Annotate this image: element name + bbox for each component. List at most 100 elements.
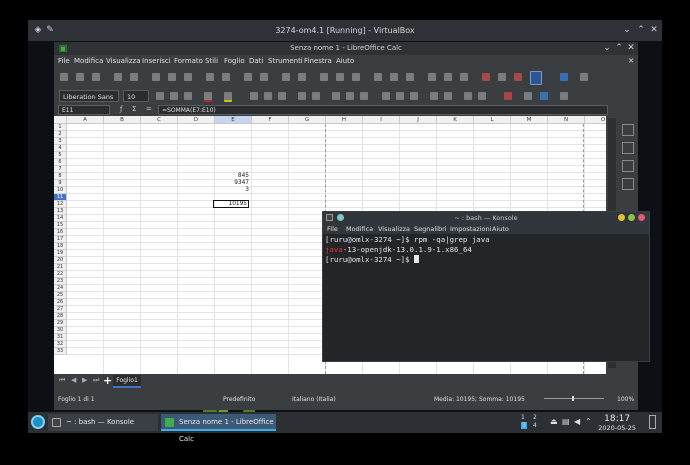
row-header[interactable]: 7 <box>54 166 67 173</box>
show-draw-functions-icon[interactable] <box>560 73 568 81</box>
row-header[interactable]: 13 <box>54 208 67 215</box>
properties-icon[interactable] <box>622 124 634 136</box>
pivot-table-icon[interactable] <box>406 73 414 81</box>
wrap-text-icon[interactable] <box>298 92 306 100</box>
cell-e7[interactable]: 845 <box>215 173 249 180</box>
more-toolbar-icon[interactable] <box>580 73 588 81</box>
borders-icon[interactable] <box>504 92 512 100</box>
row-header[interactable]: 14 <box>54 215 67 222</box>
cell-e8[interactable]: 9347 <box>215 180 249 187</box>
align-right-icon[interactable] <box>278 92 286 100</box>
menu-strumenti[interactable]: Strumenti <box>268 57 303 65</box>
kmenu-visualizza[interactable]: Visualizza <box>378 225 410 233</box>
row-header[interactable]: 28 <box>54 313 67 320</box>
cut-icon[interactable] <box>152 73 160 81</box>
decrease-indent-icon[interactable] <box>478 92 486 100</box>
row-header[interactable]: 25 <box>54 292 67 299</box>
menu-dati[interactable]: Dati <box>249 57 263 65</box>
row-header[interactable]: 22 <box>54 271 67 278</box>
hyperlink-icon[interactable] <box>444 73 452 81</box>
task-calc[interactable]: Senza nome 1 - LibreOffice Calc <box>161 414 276 443</box>
zoom-slider-handle[interactable] <box>572 396 574 401</box>
column-header[interactable]: I <box>363 116 400 124</box>
row-header[interactable]: 20 <box>54 257 67 264</box>
row-header[interactable]: 1 <box>54 124 67 131</box>
column-header[interactable]: J <box>400 116 437 124</box>
add-decimal-icon[interactable] <box>430 92 438 100</box>
paste-icon[interactable] <box>184 73 192 81</box>
virtual-desktop-pager[interactable]: 1 2 3 4 <box>519 414 545 431</box>
maximize-icon[interactable]: ⌃ <box>636 25 646 35</box>
row-header[interactable]: 18 <box>54 243 67 250</box>
increase-indent-icon[interactable] <box>464 92 472 100</box>
align-left-icon[interactable] <box>250 92 258 100</box>
zoom-slider[interactable] <box>544 398 604 399</box>
column-header[interactable]: K <box>437 116 474 124</box>
new-icon[interactable] <box>60 73 68 81</box>
row-header[interactable]: 11 <box>54 194 67 201</box>
column-header[interactable]: B <box>104 116 141 124</box>
row-header[interactable]: 26 <box>54 299 67 306</box>
status-language[interactable]: Italiano (Italia) <box>292 396 336 403</box>
row-header[interactable]: 24 <box>54 285 67 292</box>
row-header[interactable]: 30 <box>54 327 67 334</box>
minimize-icon[interactable]: ⌄ <box>622 25 632 35</box>
save-icon[interactable] <box>92 73 100 81</box>
konsole-minimize-icon[interactable] <box>618 214 625 221</box>
currency-icon[interactable] <box>382 92 390 100</box>
column-header[interactable]: A <box>67 116 104 124</box>
menu-foglio[interactable]: Foglio <box>224 57 245 65</box>
navigator-icon[interactable] <box>622 178 634 190</box>
font-color-icon[interactable] <box>204 92 212 102</box>
column-header[interactable]: H <box>326 116 363 124</box>
task-konsole[interactable]: ~ : bash — Konsole <box>48 414 158 431</box>
border-color-icon[interactable] <box>540 92 548 100</box>
column-header[interactable]: M <box>511 116 548 124</box>
font-size-box[interactable]: 10 <box>123 90 149 102</box>
chart-icon[interactable] <box>390 73 398 81</box>
row-header[interactable]: 15 <box>54 222 67 229</box>
pager-desktop-1[interactable]: 1 <box>521 414 525 421</box>
delete-decimal-icon[interactable] <box>444 92 452 100</box>
pager-desktop-2[interactable]: 2 <box>533 414 537 421</box>
styles-icon[interactable] <box>622 142 634 154</box>
cell-e11-active[interactable]: 10195 <box>213 200 249 208</box>
app-launcher-icon[interactable] <box>31 415 45 429</box>
align-center-icon[interactable] <box>264 92 272 100</box>
menu-file[interactable]: File <box>58 57 70 65</box>
clock[interactable]: 18:17 2020-05-25 <box>598 414 636 432</box>
row-header[interactable]: 16 <box>54 229 67 236</box>
konsole-maximize-icon[interactable] <box>628 214 635 221</box>
column-icon[interactable] <box>298 73 306 81</box>
kmenu-modifica[interactable]: Modifica <box>346 225 373 233</box>
percent-icon[interactable] <box>396 92 404 100</box>
row-header[interactable]: 4 <box>54 145 67 152</box>
row-header[interactable]: 32 <box>54 341 67 348</box>
sheet-tab-foglio1[interactable]: Foglio1 <box>113 375 141 388</box>
row-header[interactable]: 9 <box>54 180 67 187</box>
close-document-icon[interactable]: ✕ <box>628 57 634 65</box>
copy-icon[interactable] <box>168 73 176 81</box>
sort-icon[interactable] <box>320 73 328 81</box>
cell-e9[interactable]: 3 <box>215 187 249 194</box>
autofilter-icon[interactable] <box>352 73 360 81</box>
add-sheet-icon[interactable]: + <box>103 374 112 387</box>
next-sheet-icon[interactable]: ▶ <box>82 376 87 384</box>
tray-expand-icon[interactable]: ⌃ <box>585 417 592 426</box>
redo-icon[interactable] <box>222 73 230 81</box>
prev-sheet-icon[interactable]: ◀ <box>71 376 76 384</box>
align-middle-icon[interactable] <box>346 92 354 100</box>
calc-maximize-icon[interactable]: ⌃ <box>614 43 624 53</box>
row-header[interactable]: 17 <box>54 236 67 243</box>
special-character-icon[interactable] <box>428 73 436 81</box>
align-bottom-icon[interactable] <box>360 92 368 100</box>
column-header[interactable]: G <box>289 116 326 124</box>
print-icon[interactable] <box>130 73 138 81</box>
formula-icon[interactable]: = <box>146 105 152 113</box>
row-header[interactable]: 21 <box>54 264 67 271</box>
column-header[interactable]: C <box>141 116 178 124</box>
kmenu-segnalibri[interactable]: Segnalibri <box>414 225 447 233</box>
row-header[interactable]: 33 <box>54 348 67 355</box>
row-header[interactable]: 31 <box>54 334 67 341</box>
spelling-icon[interactable] <box>260 73 268 81</box>
